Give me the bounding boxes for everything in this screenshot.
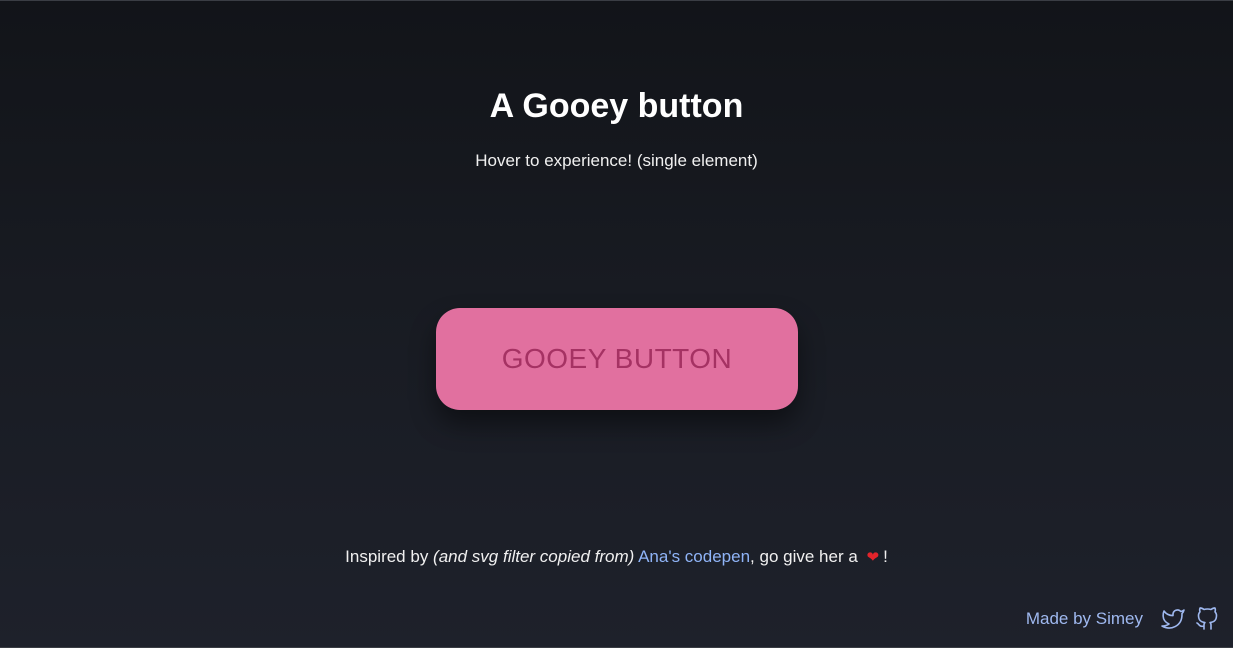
codepen-link[interactable]: Ana's codepen [638,547,750,566]
credits-suffix: ! [883,547,888,566]
footer: Made by Simey [1026,607,1219,631]
page-subtitle: Hover to experience! (single element) [475,151,758,170]
made-by-link[interactable]: Made by Simey [1026,609,1143,629]
credits-line: Inspired by (and svg filter copied from)… [0,547,1233,567]
twitter-icon[interactable] [1161,607,1185,631]
credits-italic-note: (and svg filter copied from) [433,547,635,566]
heart-icon: ❤ [866,548,880,566]
gooey-button[interactable]: GOOEY BUTTON [436,308,798,410]
github-icon[interactable] [1195,607,1219,631]
credits-middle: , go give her a [750,547,863,566]
credits-prefix: Inspired by [345,547,434,566]
page-title: A Gooey button [489,87,744,125]
